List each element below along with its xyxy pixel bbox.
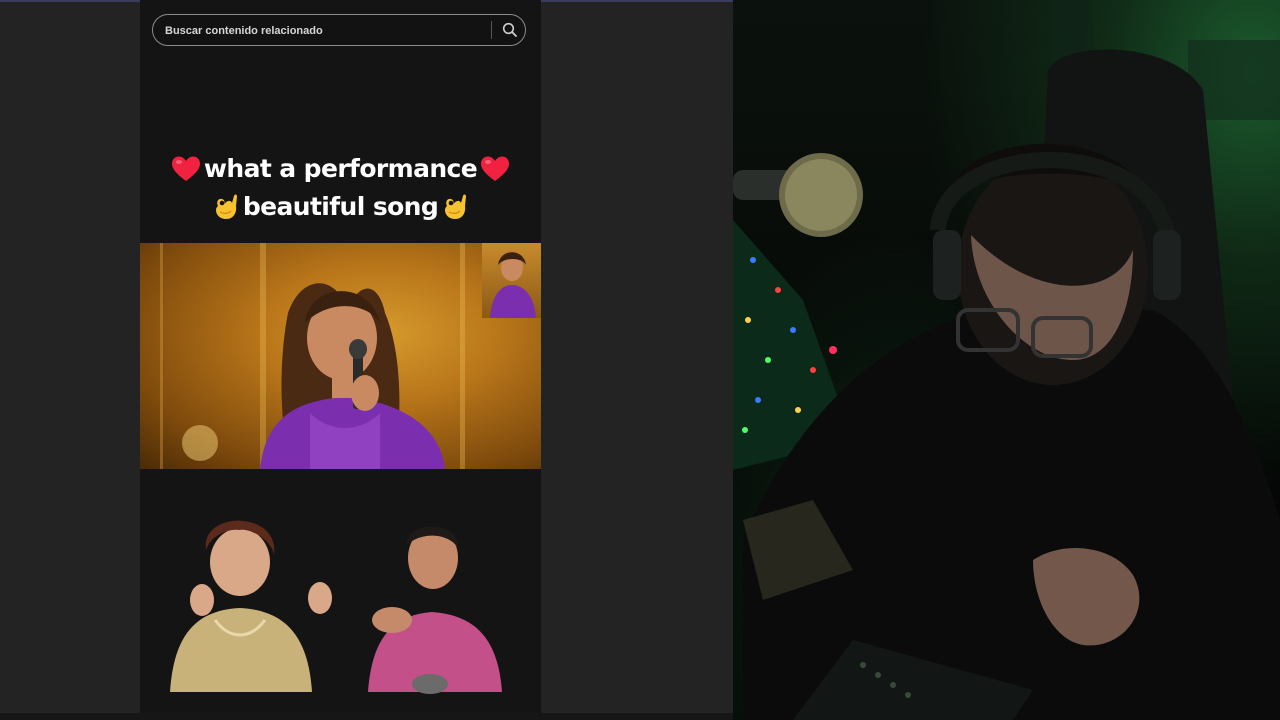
judges-reaction-panel [140, 470, 541, 713]
singer-performance-image [160, 243, 465, 469]
short-video-feed[interactable]: what a performance beautiful song [140, 0, 541, 713]
search-input[interactable] [163, 15, 487, 47]
streamer-webcam-image [733, 0, 1280, 720]
caption-line-1: what a performance [140, 150, 541, 188]
caption-text-1: what a performance [203, 154, 478, 183]
caption-line-2: beautiful song [140, 188, 541, 226]
pip-singer-image [490, 252, 536, 318]
search-bar[interactable] [152, 14, 526, 47]
ok-hand-icon [215, 194, 237, 219]
video-caption: what a performance beautiful song [140, 150, 541, 226]
search-button[interactable] [497, 18, 523, 42]
heart-icon [171, 156, 200, 181]
picture-in-picture-video [482, 243, 541, 318]
bottom-strip [0, 713, 733, 720]
search-divider [491, 21, 492, 39]
search-icon [502, 22, 517, 37]
ok-hand-icon [445, 194, 467, 219]
performance-video[interactable] [140, 243, 541, 469]
microphone [733, 153, 863, 237]
judges-reaction-image [170, 520, 502, 694]
caption-text-2: beautiful song [242, 192, 439, 221]
heart-icon [481, 156, 510, 181]
left-background [0, 0, 140, 720]
streamer-webcam [733, 0, 1280, 720]
right-background [541, 0, 733, 720]
